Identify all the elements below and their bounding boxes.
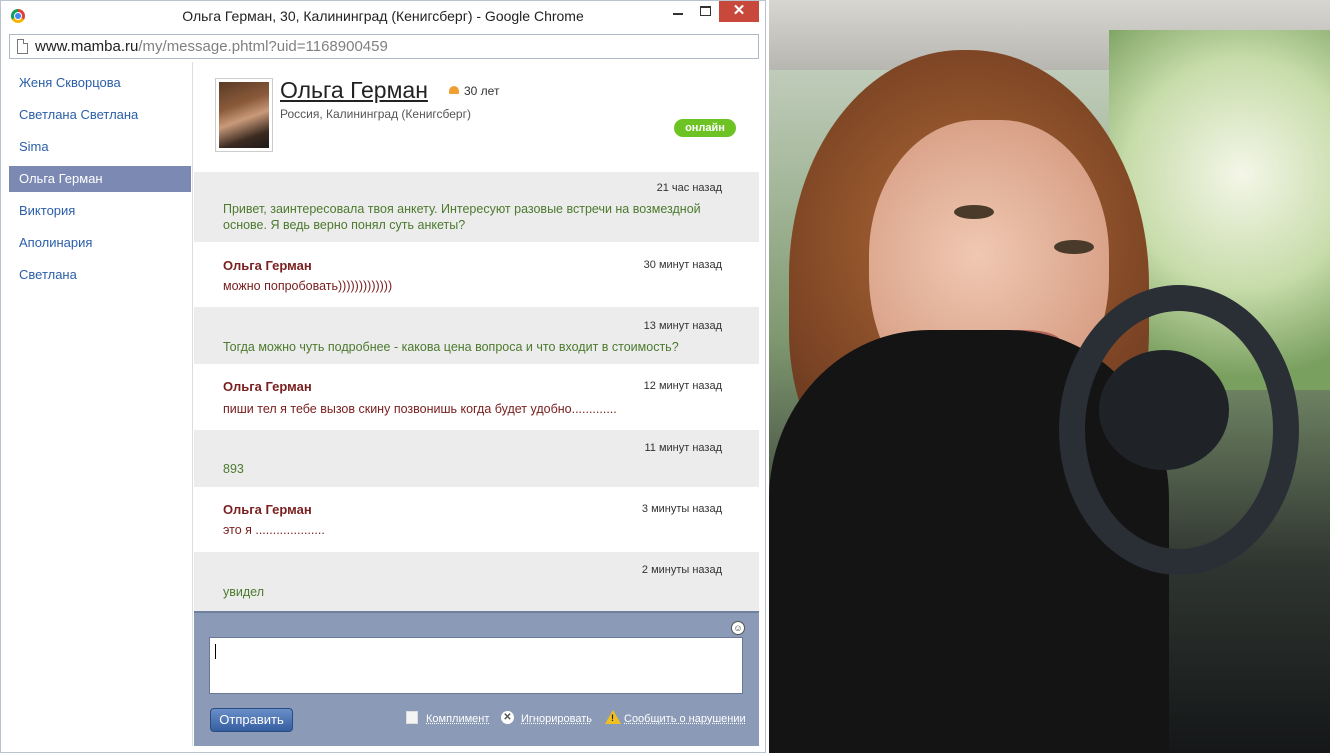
compliment-link[interactable]: Комплимент <box>426 713 489 725</box>
message-time: 30 минут назад <box>643 259 722 271</box>
ignore-icon: ✕ <box>501 711 514 724</box>
chrome-window: Ольга Герман, 30, Калининград (Кенигсбер… <box>0 0 766 753</box>
gift-icon <box>406 711 418 724</box>
message-author: Ольга Герман <box>223 379 312 394</box>
text-caret <box>215 644 216 659</box>
message-time: 2 минуты назад <box>641 564 722 576</box>
profile-age: 30 лет <box>464 84 500 98</box>
photo-eye <box>1054 240 1094 254</box>
photo-wheel-hub <box>1099 350 1229 470</box>
sidebar-item-contact[interactable]: Виктория <box>9 198 191 224</box>
message-text: увидел <box>223 585 264 599</box>
profile-name-link[interactable]: Ольга Герман <box>280 77 428 104</box>
conversation-panel: Ольга Герман 30 лет Россия, Калининград … <box>194 62 759 746</box>
close-icon[interactable]: ✕ <box>719 1 759 22</box>
avatar-photo <box>219 82 269 148</box>
minimize-icon[interactable] <box>665 1 691 22</box>
sidebar-item-contact-active[interactable]: Ольга Герман <box>9 166 191 192</box>
send-button[interactable]: Отправить <box>210 708 293 732</box>
sidebar-item-contact[interactable]: Аполинария <box>9 230 191 256</box>
message-text: пиши тел я тебе вызов скину позвонишь ко… <box>223 402 617 416</box>
message-composer: ☺ Отправить Комплимент ✕ Игнорировать ! … <box>194 611 759 746</box>
profile-photo <box>769 0 1330 753</box>
message-text: Привет, заинтересовала твоя анкету. Инте… <box>223 202 701 232</box>
url-path: /my/message.phtml?uid=1168900459 <box>138 38 388 55</box>
message-text: можно попробовать))))))))))))) <box>223 279 393 293</box>
title-bar: Ольга Герман, 30, Калининград (Кенигсбер… <box>1 1 765 31</box>
profile-location: Россия, Калининград (Кенигсберг) <box>280 107 471 121</box>
url-domain: www.mamba.ru <box>35 38 139 55</box>
message-text: это я .................... <box>223 523 325 537</box>
maximize-icon[interactable] <box>693 1 719 22</box>
smiley-icon[interactable]: ☺ <box>731 621 745 635</box>
message-time: 21 час назад <box>656 182 722 194</box>
page-icon <box>17 39 28 54</box>
address-bar[interactable]: www.mamba.ru/my/message.phtml?uid=116890… <box>9 34 759 59</box>
message-time: 3 минуты назад <box>641 503 722 515</box>
message-input[interactable] <box>209 637 743 694</box>
message-outgoing: 2 минуты назад увидел <box>194 552 759 611</box>
message-time: 13 минут назад <box>643 320 722 332</box>
message-text: Тогда можно чуть подробнее - какова цена… <box>223 340 679 354</box>
avatar[interactable] <box>215 78 273 152</box>
sidebar-item-contact[interactable]: Светлана <box>9 262 191 288</box>
message-incoming: Ольга Герман 3 минуты назад это я ......… <box>194 487 759 552</box>
message-text: 893 <box>223 462 244 476</box>
warning-icon: ! <box>605 710 621 724</box>
url-text[interactable]: www.mamba.ru/my/message.phtml?uid=116890… <box>35 38 388 55</box>
zodiac-icon <box>449 86 459 94</box>
message-outgoing: 21 час назад Привет, заинтересовала твоя… <box>194 172 759 242</box>
report-link[interactable]: Сообщить о нарушении <box>624 713 746 725</box>
message-author: Ольга Герман <box>223 502 312 517</box>
online-status-badge: онлайн <box>674 119 736 137</box>
message-time: 12 минут назад <box>643 380 722 392</box>
photo-eye <box>954 205 994 219</box>
ignore-link[interactable]: Игнорировать <box>521 713 592 725</box>
message-outgoing: 11 минут назад 893 <box>194 430 759 487</box>
sidebar-item-contact[interactable]: Sima <box>9 134 191 160</box>
sidebar-item-contact[interactable]: Женя Скворцова <box>9 70 191 96</box>
message-author: Ольга Герман <box>223 258 312 273</box>
contacts-sidebar: Женя Скворцова Светлана Светлана Sima Ол… <box>9 62 193 746</box>
message-outgoing: 13 минут назад Тогда можно чуть подробне… <box>194 307 759 364</box>
sidebar-item-contact[interactable]: Светлана Светлана <box>9 102 191 128</box>
message-time: 11 минут назад <box>644 442 723 454</box>
message-incoming: Ольга Герман 30 минут назад можно попроб… <box>194 242 759 307</box>
message-incoming: Ольга Герман 12 минут назад пиши тел я т… <box>194 364 759 430</box>
window-title: Ольга Герман, 30, Калининград (Кенигсбер… <box>182 8 584 24</box>
